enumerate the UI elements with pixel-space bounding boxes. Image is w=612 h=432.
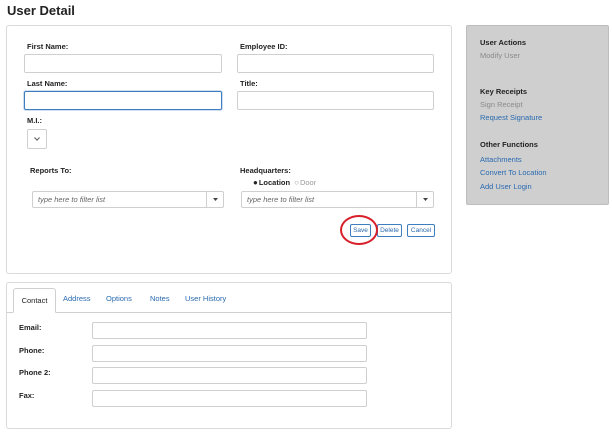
save-button[interactable]: Save (350, 224, 371, 237)
radio-location[interactable]: ● Location (253, 178, 290, 187)
sidebar-item-modify-user: Modify User (480, 51, 521, 60)
headquarters-placeholder: type here to filter list (247, 195, 315, 204)
headquarters-type-radio-group: ● Location ○ Door (253, 178, 316, 187)
email-input[interactable] (92, 322, 367, 339)
radio-unselected-icon: ○ (294, 177, 299, 187)
chevron-down-icon (34, 137, 40, 141)
sidebar-item-attachments[interactable]: Attachments (480, 155, 522, 164)
radio-selected-icon: ● (253, 177, 258, 187)
headquarters-label: Headquarters: (240, 166, 291, 175)
tab-options[interactable]: Options (106, 294, 132, 303)
tab-address[interactable]: Address (63, 294, 91, 303)
email-label: Email: (19, 323, 42, 332)
reports-to-dropdown-button[interactable] (206, 192, 223, 207)
tab-bar-divider (7, 312, 451, 313)
headquarters-dropdown-button[interactable] (416, 192, 433, 207)
title-input[interactable] (237, 91, 434, 110)
mi-select[interactable] (27, 129, 47, 149)
reports-to-label: Reports To: (30, 166, 72, 175)
phone-input[interactable] (92, 345, 367, 362)
first-name-label: First Name: (27, 42, 69, 51)
reports-to-combobox[interactable]: type here to filter list (32, 191, 224, 208)
title-label: Title: (240, 79, 258, 88)
phone2-label: Phone 2: (19, 368, 51, 377)
caret-down-icon (422, 198, 428, 201)
sidebar-heading-other-functions: Other Functions (480, 140, 538, 149)
sidebar-item-add-user-login[interactable]: Add User Login (480, 182, 532, 191)
phone-label: Phone: (19, 346, 45, 355)
sidebar-item-request-signature[interactable]: Request Signature (480, 113, 542, 122)
tab-user-history[interactable]: User History (185, 294, 226, 303)
employee-id-input[interactable] (237, 54, 434, 73)
sidebar-item-sign-receipt: Sign Receipt (480, 100, 523, 109)
phone2-input[interactable] (92, 367, 367, 384)
last-name-label: Last Name: (27, 79, 68, 88)
first-name-input[interactable] (24, 54, 222, 73)
fax-label: Fax: (19, 391, 35, 400)
page-title: User Detail (7, 3, 75, 18)
caret-down-icon (212, 198, 218, 201)
delete-button[interactable]: Delete (377, 224, 402, 237)
sidebar-item-convert-to-location[interactable]: Convert To Location (480, 168, 547, 177)
sidebar-heading-key-receipts: Key Receipts (480, 87, 528, 96)
employee-id-label: Employee ID: (240, 42, 288, 51)
tab-contact[interactable]: Contact (13, 288, 56, 313)
cancel-button[interactable]: Cancel (407, 224, 435, 237)
headquarters-combobox[interactable]: type here to filter list (241, 191, 434, 208)
sidebar-heading-user-actions: User Actions (480, 38, 526, 47)
mi-label: M.I.: (27, 116, 42, 125)
fax-input[interactable] (92, 390, 367, 407)
radio-door[interactable]: ○ Door (294, 178, 316, 187)
tab-notes[interactable]: Notes (150, 294, 170, 303)
reports-to-placeholder: type here to filter list (38, 195, 106, 204)
last-name-input[interactable] (24, 91, 222, 110)
